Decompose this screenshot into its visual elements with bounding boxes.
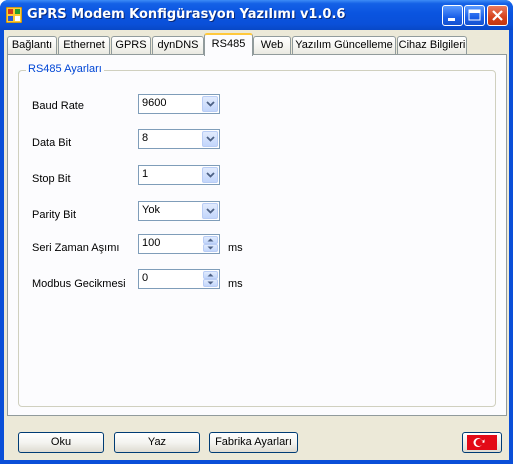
language-button[interactable] [462,432,502,453]
chevron-down-icon[interactable] [202,96,218,112]
chevron-down-icon[interactable] [202,203,218,219]
chevron-down-icon[interactable] [202,167,218,183]
group-title: RS485 Ayarları [26,63,104,75]
tab-rs485[interactable]: RS485 [204,33,253,56]
baud-rate-label: Baud Rate [32,100,84,112]
minimize-icon [448,18,455,21]
parity-bit-value: Yok [142,204,160,216]
data-bit-label: Data Bit [32,137,72,149]
serial-timeout-unit: ms [228,242,243,254]
tab-yazilim-guncelleme[interactable]: Yazılım Güncelleme [292,36,396,55]
maximize-icon [468,9,481,21]
rs485-tab-panel: RS485 Ayarları Baud Rate 9600 Data Bit 8… [7,54,507,416]
spin-down-icon[interactable] [203,279,218,287]
parity-bit-select[interactable]: Yok [138,201,220,221]
close-icon [492,10,503,21]
tab-ethernet[interactable]: Ethernet [58,36,110,55]
data-bit-value: 8 [142,132,149,144]
write-button[interactable]: Yaz [114,432,200,453]
chevron-down-icon[interactable] [202,131,218,147]
tab-strip: Bağlantı Ethernet GPRS dynDNS RS485 Web … [7,33,507,56]
modbus-delay-unit: ms [228,278,243,290]
stop-bit-select[interactable]: 1 [138,165,220,185]
spin-up-icon[interactable] [203,271,218,279]
maximize-button[interactable] [464,5,485,26]
minimize-button[interactable] [442,5,463,26]
window-title: GPRS Modem Konfigürasyon Yazılımı v1.0.6 [27,7,346,22]
baud-rate-value: 9600 [142,97,167,109]
tab-dyndns[interactable]: dynDNS [152,36,204,55]
stop-bit-label: Stop Bit [32,173,71,185]
modbus-delay-label: Modbus Gecikmesi [32,278,126,290]
app-window: GPRS Modem Konfigürasyon Yazılımı v1.0.6… [0,0,513,464]
serial-timeout-stepper[interactable]: 100 [138,234,220,254]
modbus-delay-value: 0 [142,272,149,284]
read-button[interactable]: Oku [18,432,104,453]
tab-gprs[interactable]: GPRS [111,36,151,55]
tab-baglanti[interactable]: Bağlantı [7,36,57,55]
data-bit-select[interactable]: 8 [138,129,220,149]
close-button[interactable] [487,5,508,26]
modbus-delay-stepper[interactable]: 0 [138,269,220,289]
rs485-settings-group: RS485 Ayarları Baud Rate 9600 Data Bit 8… [18,63,496,407]
tab-cihaz-bilgileri[interactable]: Cihaz Bilgileri [397,36,467,55]
serial-timeout-value: 100 [142,237,161,249]
stop-bit-value: 1 [142,168,149,180]
parity-bit-label: Parity Bit [32,209,77,221]
turkish-flag-icon [467,435,497,450]
factory-settings-button[interactable]: Fabrika Ayarları [209,432,298,453]
app-icon [6,7,22,23]
tab-web[interactable]: Web [253,36,291,55]
spin-down-icon[interactable] [203,244,218,252]
title-bar[interactable]: GPRS Modem Konfigürasyon Yazılımı v1.0.6 [0,0,513,30]
spin-up-icon[interactable] [203,236,218,244]
serial-timeout-label: Seri Zaman Aşımı [32,242,120,254]
window-client-area: Bağlantı Ethernet GPRS dynDNS RS485 Web … [4,30,509,460]
baud-rate-select[interactable]: 9600 [138,94,220,114]
